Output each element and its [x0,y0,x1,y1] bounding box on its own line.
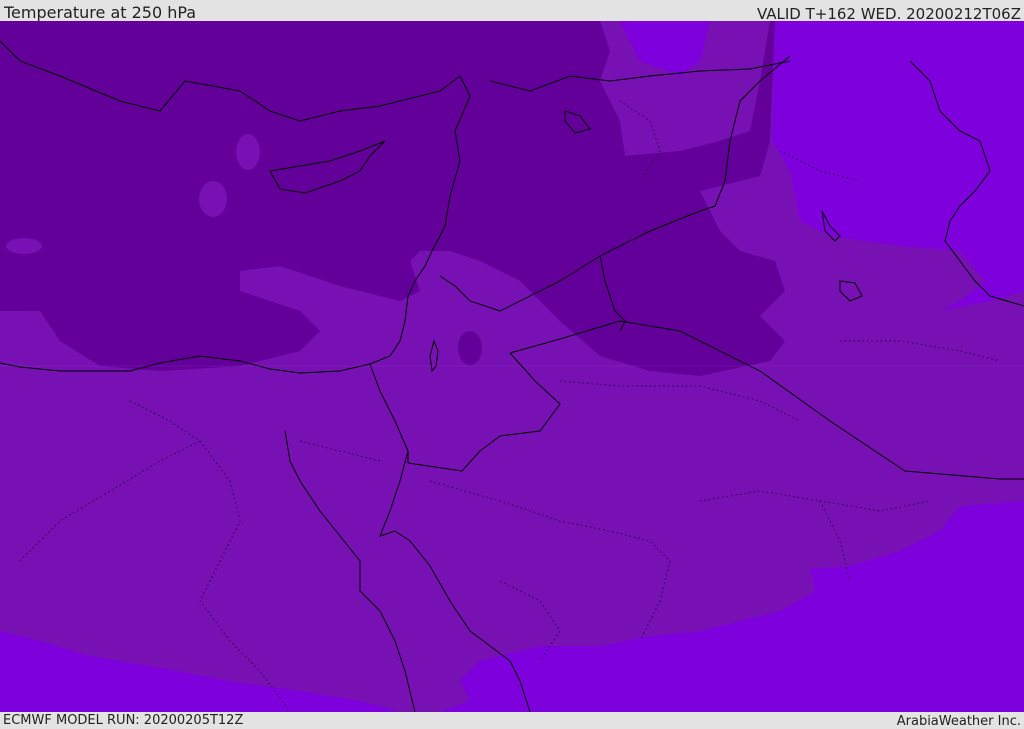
map-title: Temperature at 250 hPa [4,3,197,22]
mid-blob-2 [199,181,227,217]
mid-blob-1 [236,134,260,170]
credit-label: ArabiaWeather Inc. [896,714,1021,729]
map-canvas [0,21,1024,712]
valid-time-label: VALID T+162 WED. 20200212T06Z [756,5,1021,23]
footer-bar: ECMWF MODEL RUN: 20200205T12Z ArabiaWeat… [0,712,1024,729]
header-bar: Temperature at 250 hPa VALID T+162 WED. … [0,0,1024,23]
mid-blob-3 [6,238,42,254]
model-run-label: ECMWF MODEL RUN: 20200205T12Z [3,713,244,728]
temperature-map[interactable] [0,21,1024,712]
mid-blob-4 [458,331,482,365]
